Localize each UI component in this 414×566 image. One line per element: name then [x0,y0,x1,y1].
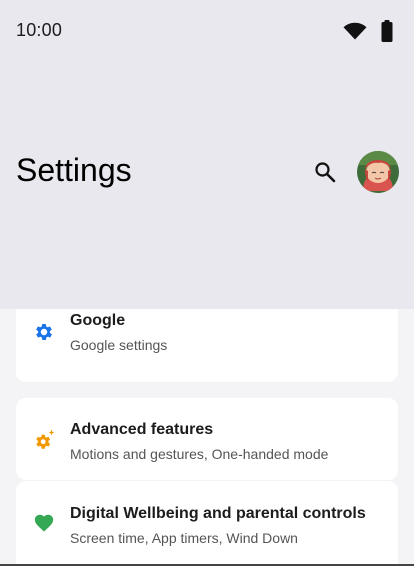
search-button[interactable] [310,157,340,187]
page-title: Settings [16,152,132,188]
gear-icon [32,320,56,344]
item-title: Google [70,312,126,329]
settings-list: Google Google settings Advanced features… [0,309,414,566]
heart-icon [32,511,56,535]
list-item-advanced-features[interactable]: Advanced features Motions and gestures, … [16,398,398,480]
item-subtitle: Screen time, App timers, Wind Down [70,530,298,546]
item-title: Advanced features [70,421,214,438]
item-subtitle: Google settings [70,337,168,353]
wifi-icon [343,22,367,40]
item-title: Digital Wellbeing and parental controls [70,505,366,522]
battery-icon [381,20,393,42]
list-item-digital-wellbeing[interactable]: Digital Wellbeing and parental controls … [16,481,398,566]
search-icon [315,162,336,183]
avatar[interactable] [357,151,399,193]
list-item-google[interactable]: Google Google settings [16,309,398,382]
status-bar: 10:00 [0,0,414,62]
status-time: 10:00 [16,20,63,40]
sparkle-gear-icon [32,428,56,452]
item-subtitle: Motions and gestures, One-handed mode [70,446,329,462]
